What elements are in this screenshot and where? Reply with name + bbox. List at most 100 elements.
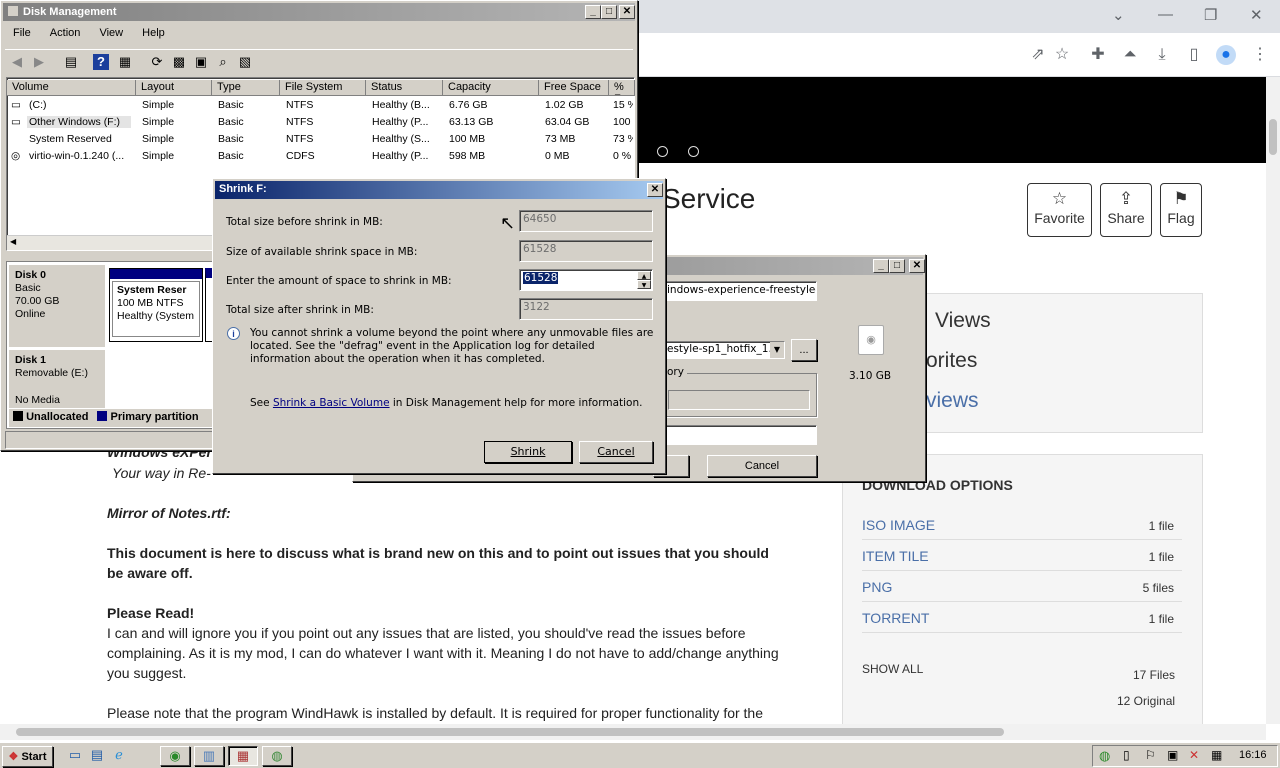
- document-icon[interactable]: ▯: [1123, 748, 1130, 762]
- column-free-space[interactable]: Free Space: [539, 80, 609, 96]
- table-row[interactable]: ▭ (C:) Simple Basic NTFS Healthy (B... 6…: [9, 97, 634, 114]
- table-row[interactable]: System Reserved Simple Basic NTFS Health…: [9, 131, 634, 148]
- volume-muted-icon[interactable]: ✕: [1189, 748, 1199, 762]
- search-icon[interactable]: ⌕: [215, 54, 231, 70]
- close-button[interactable]: ✕: [647, 183, 663, 197]
- properties-icon[interactable]: ▦: [117, 54, 133, 70]
- close-button[interactable]: ✕: [909, 259, 925, 273]
- table-row[interactable]: ◎ virtio-win-0.1.240 (... Simple Basic C…: [9, 148, 634, 165]
- ie-icon[interactable]: ℯ: [104, 746, 134, 766]
- cancel-button[interactable]: Cancel: [579, 441, 653, 463]
- column-type[interactable]: Type: [212, 80, 280, 96]
- share-icon[interactable]: ⇗: [1028, 45, 1048, 65]
- scroll-thumb[interactable]: [16, 728, 1004, 736]
- labs-icon[interactable]: ⏶: [1120, 45, 1140, 65]
- taskbar-app-disk-management[interactable]: ▦: [228, 746, 258, 766]
- show-all-link[interactable]: SHOW ALL: [862, 662, 923, 676]
- favorite-button[interactable]: ☆ Favorite: [1027, 183, 1092, 237]
- tab-search-icon[interactable]: ⌄: [1112, 6, 1125, 24]
- help-icon[interactable]: ?: [93, 54, 109, 70]
- flag-icon: ⚑: [1173, 189, 1189, 208]
- text-field[interactable]: [663, 425, 817, 445]
- system-tray: ◍ ▯ ⚐ ▣ ✕ ▦ 16:16: [1092, 745, 1278, 767]
- start-button[interactable]: ❖ Start: [2, 746, 53, 767]
- shrink-amount-input[interactable]: 61528 ▲ ▼: [519, 269, 653, 291]
- sidepanel-icon[interactable]: ▯: [1184, 45, 1204, 65]
- maximize-button[interactable]: □: [889, 259, 905, 273]
- chevron-down-icon[interactable]: ▼: [770, 342, 784, 358]
- download-row[interactable]: ISO IMAGE 1 file: [862, 509, 1182, 540]
- settings-icon[interactable]: ▧: [237, 54, 253, 70]
- minimize-button[interactable]: —: [1158, 6, 1173, 23]
- doc-paragraph: This document is here to discuss what is…: [107, 545, 769, 581]
- download-row[interactable]: PNG 5 files: [862, 571, 1182, 602]
- menu-view[interactable]: View: [99, 27, 123, 39]
- download-icon[interactable]: ⤓: [1152, 45, 1172, 65]
- cancel-button[interactable]: Cancel: [707, 455, 817, 477]
- share-button[interactable]: ⇪ Share: [1100, 183, 1152, 237]
- download-row[interactable]: TORRENT 1 file: [862, 602, 1182, 633]
- image-select[interactable]: estyle-sp1_hotfix_1.1 ▼: [663, 341, 785, 359]
- column-status[interactable]: Status: [366, 80, 443, 96]
- maximize-button[interactable]: □: [601, 5, 617, 19]
- path-field[interactable]: indows-experience-freestyle-sp: [663, 281, 817, 301]
- menu-bar: File Action View Help: [5, 27, 173, 45]
- restore-button[interactable]: ❐: [1204, 6, 1217, 24]
- favorites-stat: orites: [926, 349, 978, 372]
- disk1-header[interactable]: Disk 1 Removable (E:) No Media: [9, 350, 105, 408]
- close-button[interactable]: ✕: [619, 5, 635, 19]
- refresh-icon[interactable]: ⟳: [149, 54, 165, 70]
- spin-up-icon[interactable]: ▲: [637, 271, 651, 280]
- after-size-label: Total size after shrink in MB:: [226, 304, 374, 316]
- ignore-paragraph: I can and will ignore you if you point o…: [107, 625, 779, 681]
- download-row[interactable]: ITEM TILE 1 file: [862, 540, 1182, 571]
- display-icon[interactable]: ▣: [1167, 748, 1178, 762]
- back-icon[interactable]: ◀: [9, 54, 25, 70]
- carousel-dot[interactable]: [657, 146, 668, 157]
- menu-icon[interactable]: ⋮: [1250, 45, 1270, 65]
- open-icon[interactable]: ▣: [193, 54, 209, 70]
- minimize-button[interactable]: _: [873, 259, 889, 273]
- help-link[interactable]: Shrink a Basic Volume: [273, 397, 390, 409]
- star-icon[interactable]: ☆: [1052, 45, 1072, 65]
- taskbar-app-chrome[interactable]: ◉: [160, 746, 190, 766]
- column-volume[interactable]: Volume: [7, 80, 136, 96]
- table-row[interactable]: ▭ Other Windows (F:) Simple Basic NTFS H…: [9, 114, 634, 131]
- taskbar-app-setup[interactable]: ▥: [194, 746, 224, 766]
- menu-action[interactable]: Action: [50, 27, 81, 39]
- flag-icon[interactable]: ⚐: [1145, 748, 1156, 762]
- minimize-button[interactable]: _: [585, 5, 601, 19]
- profile-icon[interactable]: ●: [1216, 45, 1236, 65]
- star-icon: ☆: [1051, 189, 1068, 208]
- column-layout[interactable]: Layout: [136, 80, 212, 96]
- carousel-dot[interactable]: [688, 146, 699, 157]
- scroll-left-icon[interactable]: ◀: [10, 237, 16, 246]
- flag-button[interactable]: ⚑ Flag: [1160, 183, 1202, 237]
- column-filesystem[interactable]: File System: [280, 80, 366, 96]
- menu-file[interactable]: File: [13, 27, 31, 39]
- extensions-icon[interactable]: ✚: [1088, 45, 1108, 65]
- vertical-scrollbar[interactable]: [1266, 77, 1280, 724]
- column-percent-free[interactable]: % Fr: [609, 80, 635, 96]
- menu-help[interactable]: Help: [142, 27, 165, 39]
- ime-icon[interactable]: ▦: [1211, 748, 1222, 762]
- close-button[interactable]: ✕: [1250, 6, 1263, 24]
- partition-system-reserved[interactable]: System Reser 100 MB NTFS Healthy (System: [109, 268, 203, 342]
- spin-down-icon[interactable]: ▼: [637, 280, 651, 289]
- original-count: 12 Original: [1117, 694, 1176, 708]
- reviews-link[interactable]: views: [926, 389, 979, 413]
- horizontal-scrollbar[interactable]: [0, 724, 1266, 740]
- network-icon[interactable]: ◍: [1099, 748, 1110, 764]
- disk0-header[interactable]: Disk 0 Basic 70.00 GB Online: [9, 265, 105, 347]
- browse-button[interactable]: ...: [791, 339, 817, 361]
- views-stat: Views: [935, 309, 991, 332]
- forward-icon[interactable]: ▶: [31, 54, 47, 70]
- column-capacity[interactable]: Capacity: [443, 80, 539, 96]
- taskbar-app-disc[interactable]: ◍: [262, 746, 292, 766]
- group-field[interactable]: [668, 390, 810, 410]
- clock[interactable]: 16:16: [1239, 749, 1267, 761]
- shrink-button[interactable]: Shrink: [484, 441, 572, 463]
- scroll-thumb[interactable]: [1269, 119, 1277, 155]
- rescan-icon[interactable]: ▩: [171, 54, 187, 70]
- show-hide-tree-icon[interactable]: ▤: [63, 54, 79, 70]
